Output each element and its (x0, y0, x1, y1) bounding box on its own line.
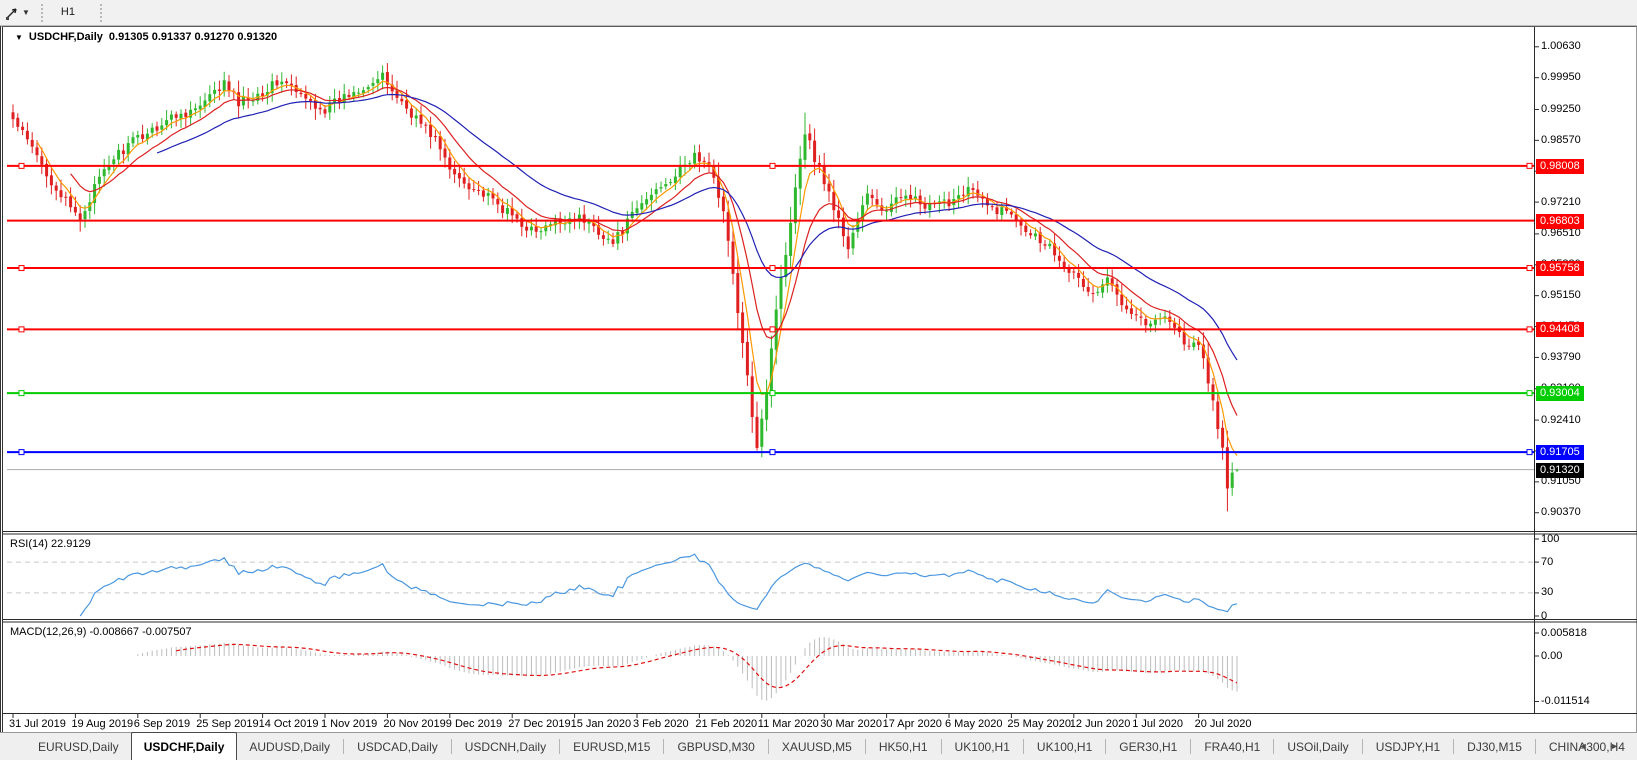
chart-tab-UK100-H1[interactable]: UK100,H1 (943, 733, 1022, 760)
date-tick-label: 1 Jul 2020 (1132, 718, 1183, 730)
chart-symbol-period: USDCHF,Daily (28, 31, 103, 43)
rsi-tick-label: 100 (1541, 532, 1560, 545)
tab-separator (864, 739, 866, 754)
tab-separator (1361, 739, 1363, 754)
date-tick-label: 20 Nov 2019 (383, 718, 446, 730)
toolbar-grip (40, 3, 43, 22)
chart-tab-EURUSD-M15[interactable]: EURUSD,M15 (561, 733, 662, 760)
date-tick-label: 12 Jun 2020 (1069, 718, 1131, 730)
date-tick-label: 21 Feb 2020 (695, 718, 758, 730)
chart-tab-DJ30-M15[interactable]: DJ30,M15 (1455, 733, 1534, 760)
macd-tick-label: 0.005818 (1541, 626, 1587, 639)
current-price-label: 0.91320 (1536, 462, 1584, 478)
tab-separator (1105, 739, 1107, 754)
price-tick-label: 0.95150 (1541, 289, 1581, 302)
chart-tab-FRA40-H1[interactable]: FRA40,H1 (1192, 733, 1272, 760)
toolbar-grip-2 (100, 3, 103, 22)
date-tick-label: 25 Sep 2019 (196, 718, 259, 730)
hline-price-label: 0.94408 (1536, 322, 1584, 338)
hline-price-label: 0.95758 (1536, 261, 1584, 277)
chart-tab-UK100-H1[interactable]: UK100,H1 (1025, 733, 1104, 760)
date-tick-label: 14 Oct 2019 (258, 718, 319, 730)
date-tick-label: 6 Sep 2019 (133, 718, 191, 730)
collapse-arrow-icon[interactable]: ▼ (15, 33, 23, 42)
tf-button-H1[interactable]: H1 (52, 2, 91, 23)
date-tick-label: 20 Jul 2020 (1194, 718, 1252, 730)
chart-tabs-bar: EURUSD,Daily USDCHF,Daily AUDUSD,Daily USDC… (0, 732, 1637, 760)
macd-tick-label: 0.00 (1541, 649, 1563, 662)
tab-separator (450, 739, 452, 754)
rsi-tick-label: 30 (1541, 586, 1554, 599)
date-tick-label: 31 Jul 2019 (9, 718, 66, 730)
hline-price-label: 0.93004 (1536, 386, 1584, 402)
price-tick-label: 0.96510 (1541, 227, 1581, 240)
date-tick-label: 25 May 2020 (1007, 718, 1071, 730)
tab-separator (1453, 739, 1455, 754)
chart-window: ▼ USDCHF,Daily 0.91305 0.91337 0.91270 0… (0, 26, 1637, 732)
chart-tab-USOil-Daily[interactable]: USOil,Daily (1275, 733, 1360, 760)
tab-separator (1022, 739, 1024, 754)
chart-tab-USDCAD-Daily[interactable]: USDCAD,Daily (345, 733, 450, 760)
chart-tab-USDCHF-Daily[interactable]: USDCHF,Daily (130, 732, 238, 760)
price-tick-label: 0.99950 (1541, 71, 1581, 84)
tab-separator (343, 739, 345, 754)
tab-separator (1534, 739, 1536, 754)
chart-tab-HK50-H1[interactable]: HK50,H1 (867, 733, 940, 760)
price-tick-label: 0.90370 (1541, 506, 1581, 519)
rsi-label: RSI(14) 22.9129 (10, 538, 91, 550)
date-tick-label: 27 Dec 2019 (508, 718, 571, 730)
chart-ohlc-values: 0.91305 0.91337 0.91270 0.91320 (108, 31, 278, 43)
chart-tab-EURUSD-Daily[interactable]: EURUSD,Daily (26, 733, 131, 760)
tab-separator (559, 739, 561, 754)
tab-separator (1273, 739, 1275, 754)
date-tick-label: 15 Jan 2020 (570, 718, 632, 730)
price-tick-label: 0.93790 (1541, 350, 1581, 363)
tab-separator (767, 739, 769, 754)
date-tick-label: 3 Feb 2020 (633, 718, 689, 730)
price-tick-label: 1.00630 (1541, 40, 1581, 53)
date-tick-label: 19 Aug 2019 (71, 718, 134, 730)
macd-label: MACD(12,26,9) -0.008667 -0.007507 (10, 626, 192, 638)
cursor-tool-icon[interactable] (2, 3, 22, 23)
rsi-tick-label: 0 (1541, 609, 1548, 622)
date-tick-label: 6 May 2020 (945, 718, 1003, 730)
tab-separator (1190, 739, 1192, 754)
chart-tab-GER30-H1[interactable]: GER30,H1 (1107, 733, 1189, 760)
price-tick-label: 0.98570 (1541, 133, 1581, 146)
tab-scroll-arrows[interactable]: ◄ ► (1579, 741, 1629, 751)
chart-tab-XAUUSD-M5[interactable]: XAUUSD,M5 (770, 733, 864, 760)
price-tick-label: 0.99250 (1541, 102, 1581, 115)
hline-price-label: 0.98008 (1536, 158, 1584, 174)
chart-title: ▼ USDCHF,Daily 0.91305 0.91337 0.91270 0… (15, 31, 277, 43)
hline-price-label: 0.96803 (1536, 213, 1584, 229)
chart-tab-AUDUSD-Daily[interactable]: AUDUSD,Daily (237, 733, 342, 760)
top-toolbar: ▼ M1M5M15M30H1H4D1W1MN (0, 0, 1637, 102)
chart-tab-GBPUSD-M30[interactable]: GBPUSD,M30 (665, 733, 766, 760)
price-chart-canvas[interactable] (3, 27, 1637, 733)
date-tick-label: 11 Mar 2020 (757, 718, 819, 730)
dropdown-caret-icon[interactable]: ▼ (22, 8, 30, 17)
tab-separator (940, 739, 942, 754)
price-tick-label: 0.92410 (1541, 413, 1581, 426)
tab-separator (663, 739, 665, 754)
macd-tick-label: -0.011514 (1541, 695, 1590, 707)
chart-tab-USDJPY-H1[interactable]: USDJPY,H1 (1364, 733, 1452, 760)
hline-price-label: 0.91705 (1536, 445, 1584, 461)
date-tick-label: 17 Apr 2020 (882, 718, 942, 730)
date-tick-label: 9 Dec 2019 (445, 718, 503, 730)
chart-tabs: EURUSD,Daily USDCHF,Daily AUDUSD,Daily USDC… (26, 732, 1637, 760)
rsi-tick-label: 70 (1541, 555, 1554, 568)
date-tick-label: 1 Nov 2019 (321, 718, 378, 730)
price-tick-label: 0.97210 (1541, 195, 1581, 208)
chart-tab-USDCNH-Daily[interactable]: USDCNH,Daily (453, 733, 558, 760)
date-tick-label: 30 Mar 2020 (820, 718, 882, 730)
